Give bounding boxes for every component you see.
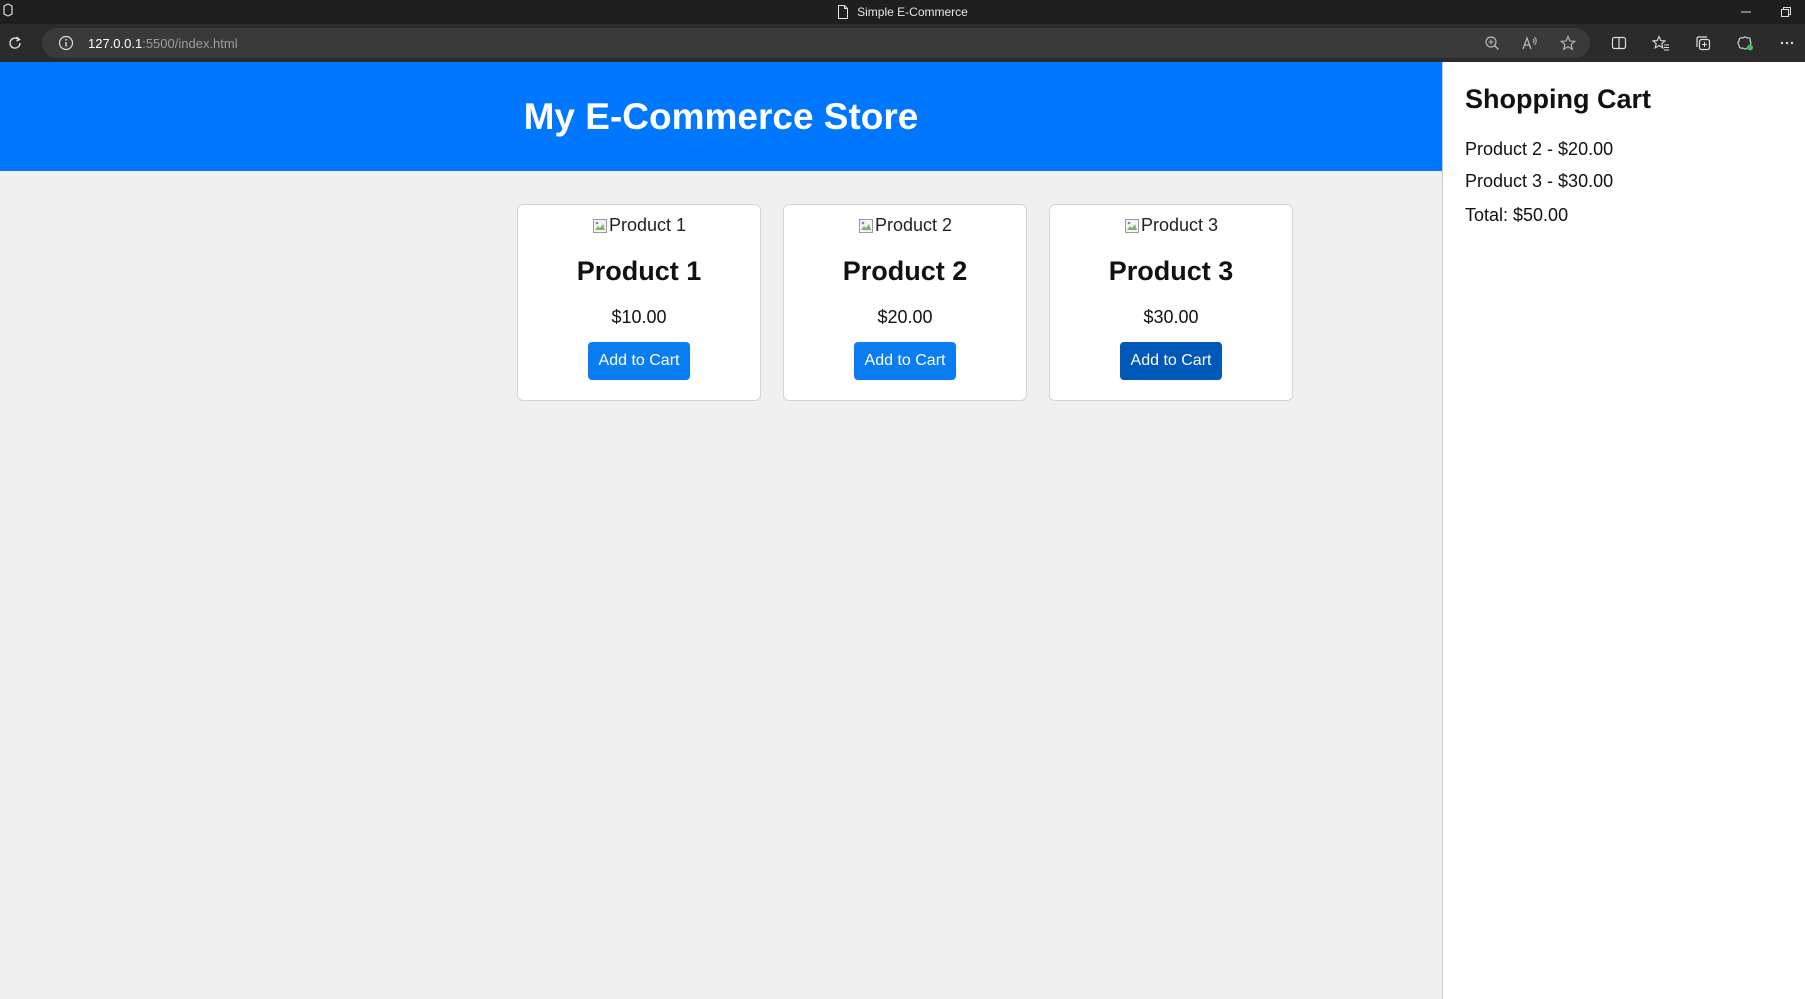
browser-tools xyxy=(1609,28,1797,58)
add-to-cart-button[interactable]: Add to Cart xyxy=(587,342,691,380)
favorites-icon xyxy=(1652,35,1669,51)
extensions-button[interactable] xyxy=(1735,33,1755,53)
window-title-group: Simple E-Commerce xyxy=(837,5,968,19)
favorites-button[interactable] xyxy=(1651,33,1671,53)
shopping-cart-panel: Shopping Cart Product 2 - $20.00 Product… xyxy=(1442,62,1805,999)
url-host: 127.0.0.1 xyxy=(88,35,143,51)
add-to-cart-button[interactable]: Add to Cart xyxy=(1119,342,1223,380)
collections-button[interactable] xyxy=(1693,33,1713,53)
address-bar[interactable]: 127.0.0.1:5500/index.html xyxy=(42,28,1590,58)
read-aloud-icon xyxy=(1522,36,1537,50)
product-card: Product 2 Product 2 $20.00 Add to Cart xyxy=(783,204,1027,401)
product-card: Product 1 Product 1 $10.00 Add to Cart xyxy=(517,204,761,401)
store-title: My E-Commerce Store xyxy=(523,95,919,137)
app-icon xyxy=(3,3,13,17)
product-image: Product 2 xyxy=(858,215,952,236)
cart-item: Product 2 - $20.00 xyxy=(1465,139,1614,159)
browser-toolbar: 127.0.0.1:5500/index.html xyxy=(0,24,1805,62)
collections-icon xyxy=(1696,36,1711,51)
cart-items: Product 2 - $20.00 Product 3 - $30.00 xyxy=(1465,133,1783,197)
reload-button[interactable] xyxy=(0,28,30,58)
product-image: Product 3 xyxy=(1124,215,1218,236)
add-to-cart-button[interactable]: Add to Cart xyxy=(853,342,957,380)
restore-button[interactable] xyxy=(1771,0,1801,24)
broken-image-icon xyxy=(1124,218,1139,233)
cart-item: Product 3 - $30.00 xyxy=(1465,171,1614,191)
product-image-alt: Product 3 xyxy=(1140,215,1219,235)
document-icon xyxy=(838,5,849,19)
product-image-alt: Product 1 xyxy=(608,215,687,235)
url-text[interactable]: 127.0.0.1:5500/index.html xyxy=(88,36,238,51)
minimize-button[interactable] xyxy=(1731,0,1761,24)
product-grid: Product 1 Product 1 $10.00 Add to Cart P… xyxy=(517,204,1293,401)
more-icon xyxy=(1780,41,1794,45)
product-price: $20.00 xyxy=(877,307,933,327)
store-header: My E-Commerce Store xyxy=(0,62,1442,171)
address-bar-tools xyxy=(1482,28,1578,58)
broken-image-icon xyxy=(858,218,873,233)
more-button[interactable] xyxy=(1777,33,1797,53)
cart-total: Total: $50.00 xyxy=(1465,205,1569,225)
extensions-icon xyxy=(1737,36,1753,51)
broken-image-icon xyxy=(592,218,607,233)
reload-icon xyxy=(9,36,21,49)
split-screen-icon xyxy=(1611,36,1627,50)
star-icon xyxy=(1560,35,1576,51)
product-name: Product 1 xyxy=(576,256,702,286)
zoom-icon xyxy=(1485,36,1499,50)
split-screen-button[interactable] xyxy=(1609,33,1629,53)
product-price: $30.00 xyxy=(1143,307,1199,327)
favorite-button[interactable] xyxy=(1558,33,1578,53)
minimize-icon xyxy=(1741,11,1751,13)
zoom-button[interactable] xyxy=(1482,33,1502,53)
read-aloud-button[interactable] xyxy=(1520,33,1540,53)
window-titlebar: Simple E-Commerce xyxy=(0,0,1805,24)
page-viewport: My E-Commerce Store Product 1 Product 1 … xyxy=(0,62,1805,999)
product-price: $10.00 xyxy=(611,307,667,327)
product-name: Product 3 xyxy=(1108,256,1234,286)
cart-title: Shopping Cart xyxy=(1465,84,1651,114)
product-card: Product 3 Product 3 $30.00 Add to Cart xyxy=(1049,204,1293,401)
window-title: Simple E-Commerce xyxy=(857,5,968,19)
product-name: Product 2 xyxy=(842,256,968,286)
restore-icon xyxy=(1781,7,1791,17)
product-image: Product 1 xyxy=(592,215,686,236)
info-icon[interactable] xyxy=(58,35,74,51)
product-image-alt: Product 2 xyxy=(874,215,953,235)
url-path: :5500/index.html xyxy=(142,35,238,51)
